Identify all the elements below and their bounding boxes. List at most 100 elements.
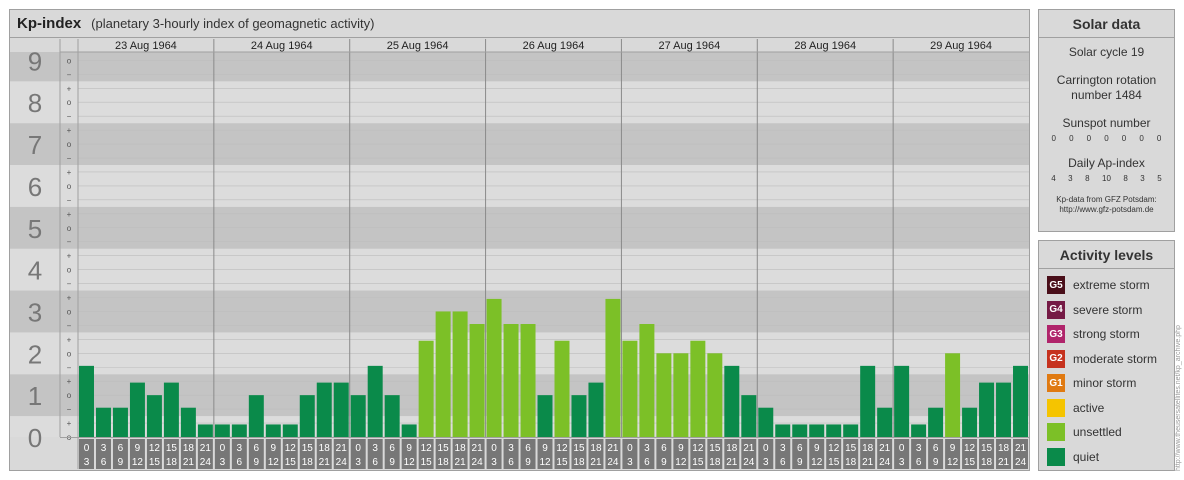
hour-end-label: 24 [1015, 457, 1027, 468]
legend-item-moderate-storm: G2 moderate storm [1039, 347, 1174, 372]
kp-bar-chart: 0123456789o+−o+−o+−o+−o+−o+−o+−o+−o+−o23… [10, 39, 1029, 469]
y-minor-label: o [67, 266, 72, 275]
source-link[interactable]: http://www.gfz-potsdam.de [1039, 205, 1174, 215]
legend-label: quiet [1073, 449, 1100, 464]
hour-end-label: 18 [438, 457, 450, 468]
day-label-3: 26 Aug 1964 [523, 40, 585, 52]
hour-start-label: 21 [336, 443, 348, 454]
hour-start-label: 21 [1015, 443, 1027, 454]
kp-bar-d3-s0 [486, 298, 502, 437]
hour-start-label: 9 [950, 443, 956, 454]
ap-value-6: 5 [1157, 174, 1162, 183]
hour-end-label: 18 [166, 457, 178, 468]
y-minor-label: − [67, 363, 72, 372]
sunspot-label: Sunspot number [1062, 116, 1151, 130]
y-minor-label: − [67, 112, 72, 121]
kp-bar-d1-s1 [231, 424, 247, 437]
y-minor-label: − [67, 196, 72, 205]
hour-start-label: 6 [797, 443, 803, 454]
hour-end-label: 24 [879, 457, 891, 468]
hour-end-label: 21 [455, 457, 467, 468]
kp-bar-d2-s0 [350, 395, 366, 437]
sunspot-value-4: 0 [1121, 134, 1127, 143]
day-label-5: 28 Aug 1964 [794, 40, 856, 52]
y-minor-label: + [67, 294, 72, 303]
hour-end-label: 21 [590, 457, 602, 468]
hour-start-label: 21 [200, 443, 212, 454]
ap-index-label: Daily Ap-index [1068, 156, 1145, 170]
hour-start-label: 18 [862, 443, 874, 454]
hour-end-label: 9 [525, 457, 531, 468]
kp-bar-d3-s3 [537, 395, 553, 437]
activity-legend: G5 extreme storm G4 severe storm G3 strong st… [1039, 269, 1174, 469]
legend-swatch [1047, 447, 1065, 466]
legend-label: strong storm [1073, 327, 1140, 342]
y-minor-label: o [67, 224, 72, 233]
hour-end-label: 15 [421, 457, 433, 468]
kp-bar-d4-s4 [690, 340, 706, 437]
kp-bar-d1-s3 [265, 424, 281, 437]
hour-start-label: 18 [590, 443, 602, 454]
kp-bar-d0-s3 [129, 382, 145, 437]
hour-end-label: 9 [797, 457, 803, 468]
hour-end-label: 18 [981, 457, 993, 468]
hour-end-label: 12 [132, 457, 144, 468]
kp-bar-d6-s5 [979, 382, 995, 437]
hour-start-label: 0 [899, 443, 905, 454]
kp-bar-d6-s0 [894, 365, 910, 437]
hour-start-label: 18 [183, 443, 195, 454]
hour-end-label: 15 [556, 457, 568, 468]
sunspot-value-1: 0 [1069, 134, 1074, 143]
hour-start-label: 12 [149, 443, 161, 454]
kp-index-panel: Kp-index (planetary 3-hourly index of ge… [9, 9, 1030, 471]
hour-start-label: 3 [372, 443, 378, 454]
hour-end-label: 21 [183, 457, 195, 468]
y-minor-label: − [67, 238, 72, 247]
hour-start-label: 21 [743, 443, 755, 454]
hour-start-label: 0 [491, 443, 497, 454]
hour-end-label: 9 [389, 457, 395, 468]
kp-bar-d5-s6 [860, 365, 876, 437]
hour-end-label: 6 [372, 457, 378, 468]
legend-item-severe-storm: G4 severe storm [1039, 298, 1174, 323]
legend-swatch: G5 [1047, 276, 1065, 295]
kp-bar-d1-s0 [214, 424, 230, 437]
kp-bar-d0-s5 [163, 382, 179, 437]
kp-bar-d0-s6 [180, 407, 196, 437]
kp-bar-d3-s7 [605, 298, 621, 437]
hour-end-label: 18 [845, 457, 857, 468]
hour-end-label: 18 [709, 457, 721, 468]
hour-start-label: 15 [709, 443, 721, 454]
legend-label: minor storm [1073, 376, 1137, 391]
y-tick-label-7: 7 [28, 130, 42, 160]
kp-bar-d4-s0 [622, 340, 638, 437]
hour-start-label: 15 [166, 443, 178, 454]
hour-end-label: 18 [573, 457, 585, 468]
hour-start-label: 6 [118, 443, 124, 454]
legend-item-extreme-storm: G5 extreme storm [1039, 273, 1174, 298]
kp-bar-d0-s2 [112, 407, 128, 437]
legend-item-active: active [1039, 396, 1174, 421]
kp-bar-d2-s6 [452, 311, 468, 437]
solar-cycle: Solar cycle 19 [1068, 45, 1145, 59]
kp-bar-d2-s5 [435, 311, 451, 437]
hour-start-label: 6 [933, 443, 939, 454]
hour-end-label: 9 [661, 457, 667, 468]
y-minor-label: + [67, 252, 72, 261]
legend-swatch: G3 [1047, 325, 1065, 344]
solar-data-panel: Solar data Solar cycle 19 Carrington rot… [1038, 9, 1175, 232]
y-minor-label: − [67, 321, 72, 330]
hour-end-label: 12 [539, 457, 551, 468]
kp-bar-d6-s6 [996, 382, 1012, 437]
hour-start-label: 12 [964, 443, 976, 454]
hour-end-label: 6 [916, 457, 922, 468]
y-minor-label: − [67, 154, 72, 163]
kp-bar-d0-s7 [197, 424, 213, 437]
kp-bar-d4-s3 [673, 353, 689, 437]
legend-swatch [1047, 423, 1065, 442]
hour-start-label: 18 [319, 443, 331, 454]
hour-start-label: 3 [508, 443, 514, 454]
hour-start-label: 6 [254, 443, 260, 454]
legend-item-quiet: quiet [1039, 445, 1174, 470]
y-tick-label-5: 5 [28, 214, 42, 244]
